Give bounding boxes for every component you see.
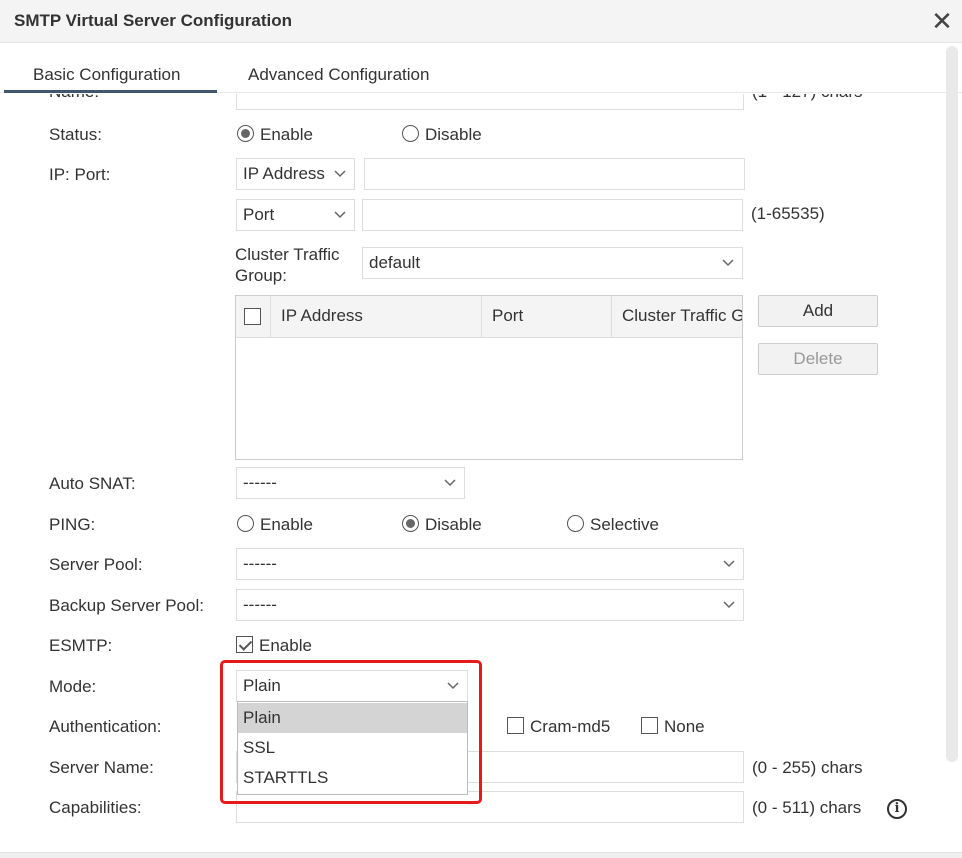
close-icon[interactable]: ✕ xyxy=(928,7,956,35)
radio-selected-icon xyxy=(402,515,419,532)
column-header-ip-address[interactable]: IP Address xyxy=(271,296,482,338)
name-hint: (1 - 127) chars xyxy=(752,94,863,102)
capabilities-label: Capabilities: xyxy=(49,798,142,817)
smtp-config-dialog: SMTP Virtual Server Configuration ✕ Basi… xyxy=(0,0,962,858)
authentication-label: Authentication: xyxy=(49,717,162,736)
ip-port-label: IP: Port: xyxy=(49,165,111,184)
form-content: Name: (1 - 127) chars Status: Enable Dis… xyxy=(0,94,962,858)
server-name-hint: (0 - 255) chars xyxy=(752,758,863,777)
capabilities-hint: (0 - 511) chars xyxy=(752,798,862,817)
port-input[interactable] xyxy=(362,199,743,231)
column-header-cluster-traffic-group[interactable]: Cluster Traffic Group xyxy=(612,296,742,338)
delete-button[interactable]: Delete xyxy=(758,343,878,375)
dialog-title: SMTP Virtual Server Configuration xyxy=(14,11,293,30)
status-disable-radio[interactable]: Disable xyxy=(402,125,482,145)
auto-snat-label: Auto SNAT: xyxy=(49,474,136,493)
ip-address-input[interactable] xyxy=(364,158,745,190)
capabilities-input[interactable] xyxy=(236,791,744,823)
ping-enable-radio[interactable]: Enable xyxy=(237,515,313,535)
active-tab-indicator xyxy=(4,90,217,93)
tab-basic-configuration[interactable]: Basic Configuration xyxy=(33,65,180,85)
status-label: Status: xyxy=(49,125,102,144)
chevron-down-icon xyxy=(334,170,346,178)
tab-bar: Basic Configuration Advanced Configurati… xyxy=(0,43,962,93)
radio-unselected-icon xyxy=(567,515,584,532)
auto-snat-select[interactable]: ------ xyxy=(236,467,465,499)
cluster-traffic-group-label-line2: Group: xyxy=(235,266,287,285)
auth-none-checkbox[interactable]: None xyxy=(641,717,705,737)
mode-option-plain[interactable]: Plain xyxy=(238,703,467,733)
chevron-down-icon xyxy=(444,479,456,487)
server-name-label: Server Name: xyxy=(49,758,154,777)
port-type-select[interactable]: Port xyxy=(236,199,355,231)
checkbox-checked-icon xyxy=(236,636,253,653)
chevron-down-icon xyxy=(723,560,735,568)
backup-server-pool-select[interactable]: ------ xyxy=(236,589,744,621)
chevron-down-icon xyxy=(722,259,734,267)
server-pool-select[interactable]: ------ xyxy=(236,548,744,580)
radio-unselected-icon xyxy=(237,515,254,532)
ip-port-table: IP Address Port Cluster Traffic Group xyxy=(235,295,743,460)
info-icon[interactable]: i xyxy=(887,799,907,819)
add-button[interactable]: Add xyxy=(758,295,878,327)
esmtp-label: ESMTP: xyxy=(49,636,113,655)
select-all-column xyxy=(236,296,271,338)
ping-label: PING: xyxy=(49,515,96,534)
mode-select[interactable]: Plain xyxy=(236,670,468,702)
name-label: Name: xyxy=(49,94,99,102)
ping-selective-radio[interactable]: Selective xyxy=(567,515,659,535)
mode-option-starttls[interactable]: STARTTLS xyxy=(238,763,467,793)
select-all-checkbox[interactable] xyxy=(244,308,261,325)
chevron-down-icon xyxy=(723,601,735,609)
vertical-scrollbar[interactable] xyxy=(946,46,958,762)
status-enable-radio[interactable]: Enable xyxy=(237,125,313,145)
chevron-down-icon xyxy=(334,211,346,219)
dialog-titlebar: SMTP Virtual Server Configuration ✕ xyxy=(0,0,962,43)
server-pool-label: Server Pool: xyxy=(49,555,143,574)
table-header: IP Address Port Cluster Traffic Group xyxy=(236,296,742,338)
checkbox-unchecked-icon xyxy=(507,717,524,734)
auth-cram-md5-checkbox[interactable]: Cram-md5 xyxy=(507,717,610,737)
mode-dropdown-list: Plain SSL STARTTLS xyxy=(237,701,468,795)
port-hint: (1-65535) xyxy=(751,204,825,223)
name-input[interactable] xyxy=(236,94,744,110)
checkbox-unchecked-icon xyxy=(641,717,658,734)
radio-unselected-icon xyxy=(402,125,419,142)
backup-server-pool-label: Backup Server Pool: xyxy=(49,596,204,615)
esmtp-enable-checkbox[interactable]: Enable xyxy=(236,636,312,656)
radio-selected-icon xyxy=(237,125,254,142)
cluster-traffic-group-label-line1: Cluster Traffic xyxy=(235,245,340,264)
tab-advanced-configuration[interactable]: Advanced Configuration xyxy=(248,65,429,85)
dialog-bottom-edge xyxy=(0,852,962,858)
column-header-port[interactable]: Port xyxy=(482,296,612,338)
ping-disable-radio[interactable]: Disable xyxy=(402,515,482,535)
mode-label: Mode: xyxy=(49,677,97,696)
chevron-down-icon xyxy=(447,682,459,690)
mode-option-ssl[interactable]: SSL xyxy=(238,733,467,763)
address-type-select[interactable]: IP Address xyxy=(236,158,355,190)
cluster-traffic-group-select[interactable]: default xyxy=(362,247,743,279)
